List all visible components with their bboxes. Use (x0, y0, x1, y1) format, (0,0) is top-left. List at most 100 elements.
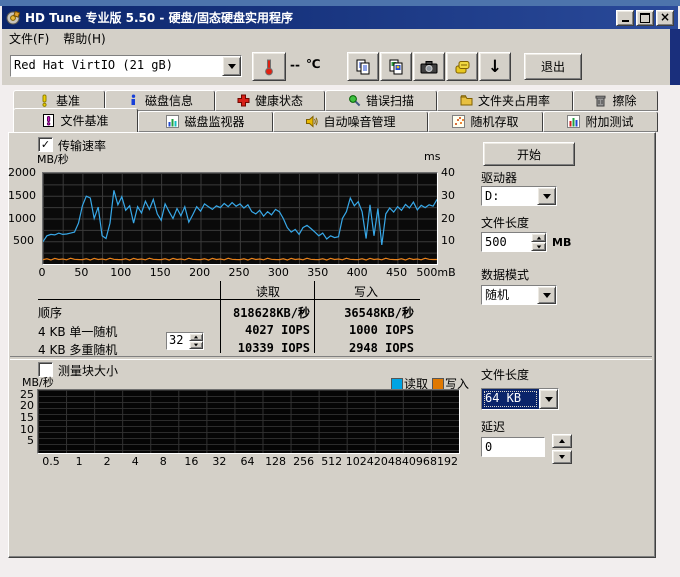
disk-info-icon (127, 94, 140, 107)
file-length-unit: MB (552, 236, 571, 249)
aam-icon (305, 115, 318, 128)
results-col-read: 读取 (222, 283, 314, 300)
copy-text-button[interactable] (347, 52, 379, 81)
copy-icon (355, 59, 371, 75)
menu-help[interactable]: 帮助(H) (56, 29, 112, 48)
error-scan-icon (348, 94, 361, 107)
tab-disk-monitor[interactable]: 磁盘监视器 (138, 111, 273, 132)
tab-label: 附加测试 (585, 113, 633, 130)
chart1-right-axis-label: ms (424, 150, 440, 163)
title-bar[interactable]: HD Tune 专业版 5.50 - 硬盘/固态硬盘实用程序 × (2, 6, 678, 29)
queue-down-button[interactable] (189, 341, 203, 349)
tab-label: 健康状态 (255, 92, 303, 109)
drive-combo[interactable]: D: (481, 186, 557, 206)
exit-button[interactable]: 退出 (524, 53, 582, 80)
screenshot-button[interactable] (413, 52, 445, 81)
menu-bar: 文件(F) 帮助(H) (2, 29, 670, 48)
toolbar: Red Hat VirtIO (21 gB) -- ℃ (2, 47, 670, 85)
tab-label: 文件基准 (60, 112, 108, 129)
tab-extra-tests[interactable]: 附加测试 (543, 111, 658, 132)
row-sequential-label: 顺序 (38, 304, 62, 321)
queue-depth-spinner[interactable]: 32 (166, 332, 204, 350)
block-file-length-value: 64 KB (482, 389, 539, 409)
health-icon (237, 94, 250, 107)
window-bottom-border (0, 559, 680, 577)
temperature-value: -- (290, 58, 300, 72)
download-button[interactable]: ↓ (479, 52, 511, 81)
close-icon: × (660, 12, 670, 22)
close-button[interactable]: × (656, 10, 674, 26)
spin-up-icon (559, 439, 565, 443)
chevron-down-icon (228, 64, 236, 69)
start-button[interactable]: 开始 (483, 142, 575, 166)
maximize-button[interactable] (636, 10, 654, 26)
minimize-button[interactable] (616, 10, 634, 26)
copy-image-icon (388, 59, 404, 75)
exit-button-label: 退出 (541, 58, 565, 75)
series-读取 (43, 190, 437, 245)
copy-image-button[interactable] (380, 52, 412, 81)
delay-up-button[interactable] (552, 434, 572, 448)
row-sequential-read: 818628KB/秒 (222, 304, 310, 321)
maximize-icon (640, 13, 650, 23)
drive-select[interactable]: Red Hat VirtIO (21 gB) (10, 55, 242, 77)
tab-label: 擦除 (612, 92, 636, 109)
benchmark-icon (38, 94, 51, 107)
table-divider (314, 281, 315, 353)
minimize-icon (622, 20, 629, 22)
file-length-down-button[interactable] (531, 242, 546, 251)
window-title: HD Tune 专业版 5.50 - 硬盘/固态硬盘实用程序 (25, 9, 293, 26)
chevron-down-icon (545, 397, 553, 402)
folder-usage-icon (460, 94, 473, 107)
chevron-down-icon (543, 293, 551, 298)
series-写入 (43, 258, 437, 260)
tab-erase[interactable]: 擦除 (573, 90, 658, 111)
erase-icon (594, 94, 607, 107)
camera-icon (420, 59, 438, 75)
file-length-label: 文件长度 (481, 214, 529, 231)
temperature-button[interactable] (252, 52, 286, 81)
tab-label: 文件夹占用率 (478, 92, 550, 109)
delay-down-button[interactable] (552, 450, 572, 464)
tab-health[interactable]: 健康状态 (215, 90, 325, 111)
transfer-rate-checkbox[interactable]: ✓ (38, 137, 53, 152)
random-access-icon (452, 115, 465, 128)
file-benchmark-icon (42, 114, 55, 127)
extra-tests-icon (567, 115, 580, 128)
tab-file-benchmark[interactable]: 文件基准 (13, 108, 138, 132)
spin-up-icon (536, 236, 541, 239)
tab-label: 磁盘信息 (145, 92, 193, 109)
drive-label: 驱动器 (481, 169, 517, 186)
drive-select-arrow[interactable] (222, 56, 241, 76)
tab-random-access[interactable]: 随机存取 (428, 111, 543, 132)
tab-aam[interactable]: 自动噪音管理 (273, 111, 428, 132)
download-arrow-icon: ↓ (488, 57, 502, 77)
data-mode-label: 数据模式 (481, 266, 529, 283)
queue-up-button[interactable] (189, 333, 203, 341)
block-file-length-arrow[interactable] (539, 389, 558, 409)
data-mode-arrow[interactable] (537, 286, 556, 304)
file-length-up-button[interactable] (531, 233, 546, 242)
chart1-y-axis-label: MB/秒 (37, 151, 69, 167)
delay-label: 延迟 (481, 418, 505, 435)
spin-down-icon (559, 455, 565, 459)
file-length-value: 500 (482, 233, 531, 251)
file-length-spinner[interactable]: 500 (481, 232, 547, 252)
row-4k-single-label: 4 KB 单一随机 (38, 323, 117, 340)
queue-depth-value: 32 (167, 333, 189, 349)
tab-error-scan[interactable]: 错误扫描 (325, 90, 437, 111)
row-4k-multi-write: 2948 IOPS (316, 341, 414, 355)
block-file-length-combo[interactable]: 64 KB (481, 388, 559, 410)
section-divider (10, 356, 652, 360)
delay-input[interactable]: 0 (481, 437, 545, 457)
menu-file[interactable]: 文件(F) (2, 29, 56, 48)
tab-folder-usage[interactable]: 文件夹占用率 (437, 90, 573, 111)
save-results-button[interactable] (446, 52, 478, 81)
results-col-write: 写入 (316, 283, 416, 300)
drive-combo-arrow[interactable] (537, 187, 556, 205)
data-mode-combo[interactable]: 随机 (481, 285, 557, 305)
delay-value: 0 (482, 438, 544, 456)
temperature-unit: ℃ (306, 57, 321, 71)
delay-spinner (552, 434, 572, 464)
spin-down-icon (536, 245, 541, 248)
